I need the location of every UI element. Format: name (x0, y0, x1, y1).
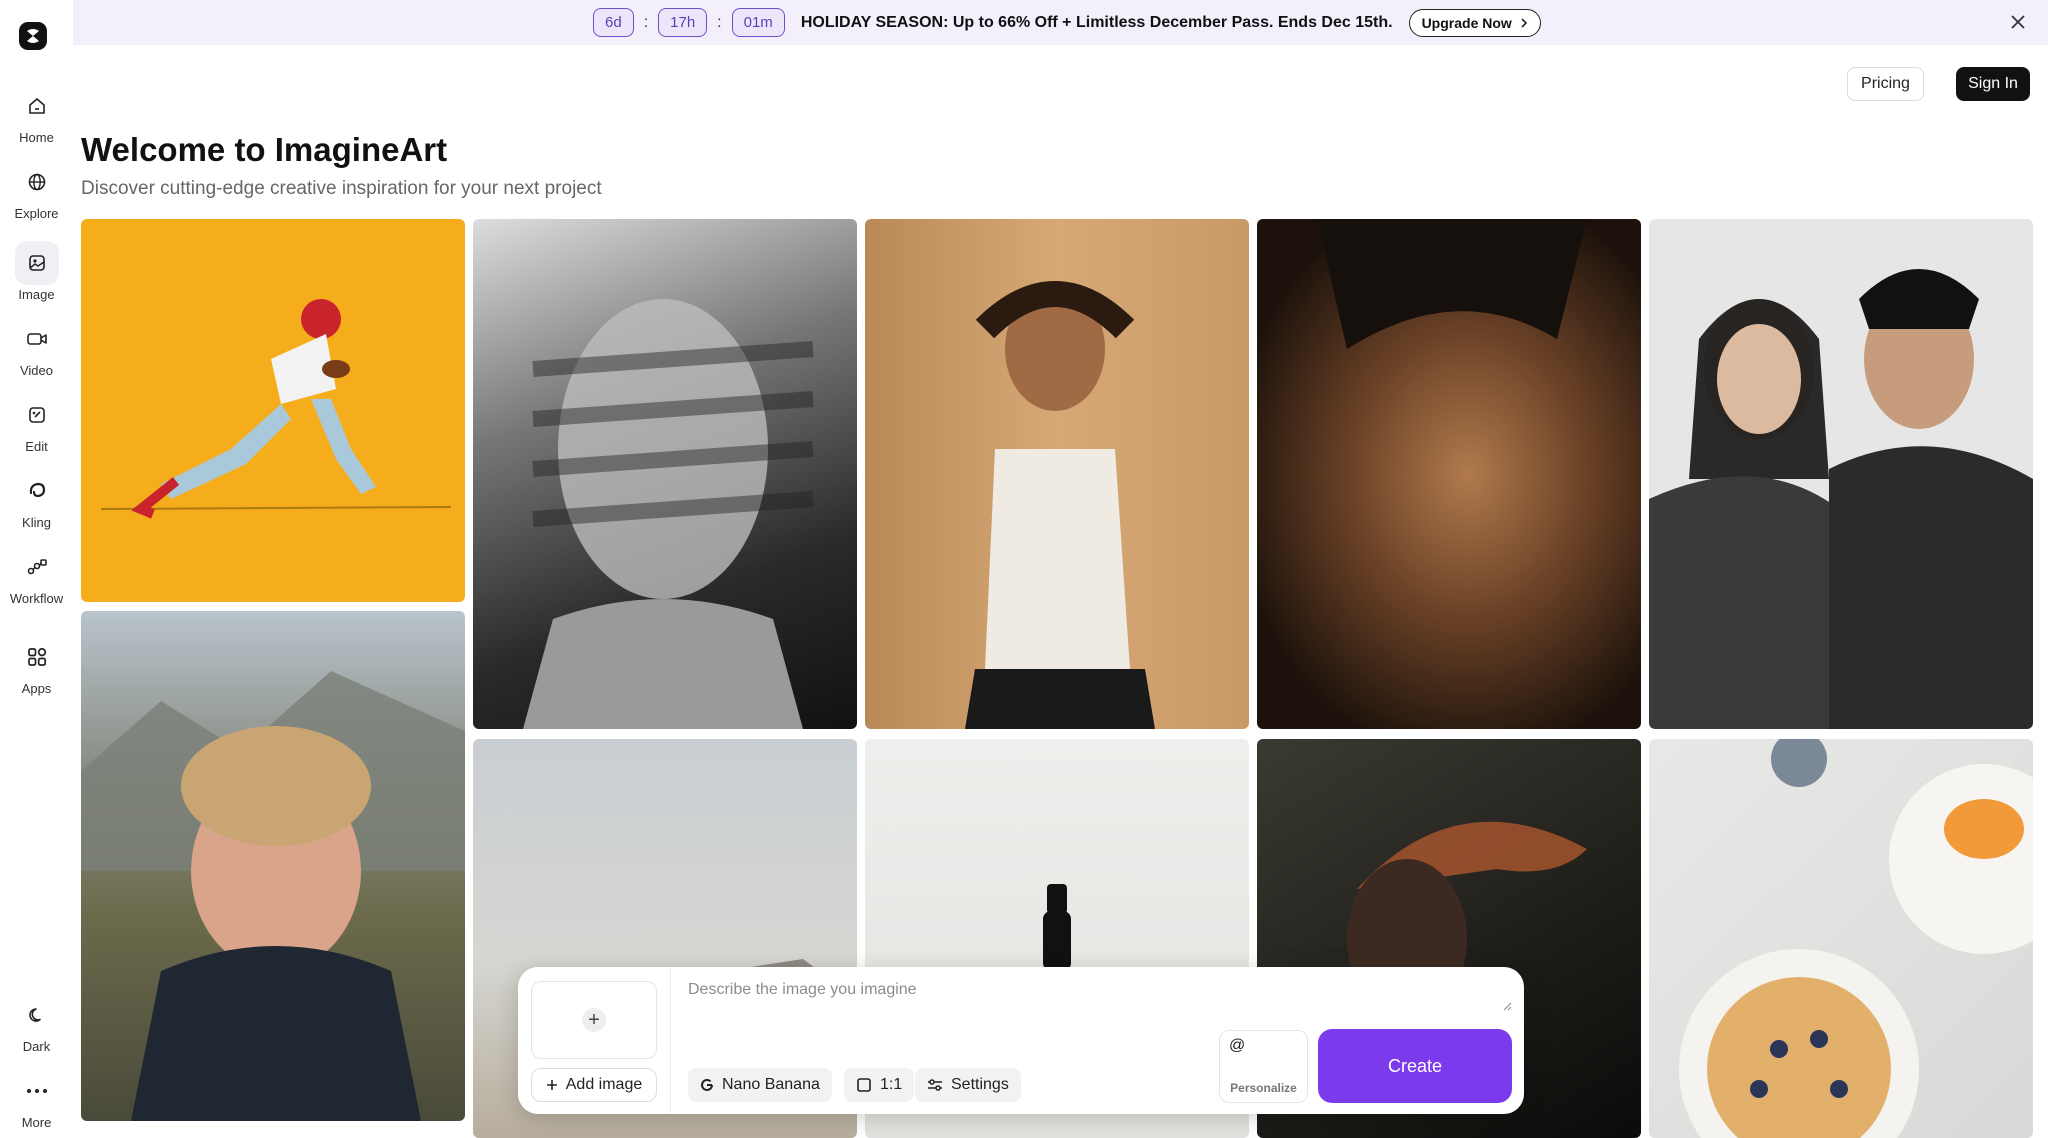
football-player-illustration (100, 299, 452, 519)
image-icon (28, 255, 45, 271)
moon-icon (28, 1008, 41, 1022)
sign-in-button[interactable]: Sign In (1956, 67, 2030, 101)
upgrade-now-button[interactable]: Upgrade Now (1408, 8, 1541, 37)
plus-icon (546, 1080, 557, 1090)
gallery-image-bw-portrait[interactable] (473, 219, 857, 729)
gallery-image-woman-tank-top[interactable] (865, 219, 1249, 729)
gallery-image-pancakes[interactable] (1649, 739, 2033, 1138)
sidebar-item-video[interactable]: Video (0, 317, 73, 378)
model-selector[interactable]: Nano Banana (688, 1068, 832, 1102)
aspect-ratio-label: 1:1 (880, 1076, 903, 1093)
sidebar-item-explore[interactable]: Explore (0, 160, 73, 221)
sidebar-item-home[interactable]: Home (0, 84, 73, 145)
countdown-separator: : (717, 13, 722, 31)
gallery-image-football-player[interactable] (81, 219, 465, 602)
kling-icon (29, 482, 45, 498)
chevron-right-icon (1521, 17, 1527, 28)
countdown-separator: : (643, 13, 649, 31)
create-button[interactable]: Create (1318, 1029, 1512, 1103)
countdown-hours: 17h (658, 8, 708, 37)
video-icon (26, 333, 47, 345)
globe-icon (28, 173, 45, 191)
at-sign-icon: @ (1229, 1037, 1246, 1054)
gallery-image-couple-fashion[interactable] (1649, 219, 2033, 729)
pancakes-shape (1679, 739, 2033, 1138)
more-icon (26, 1089, 47, 1093)
sidebar-item-label: Dark (22, 1039, 51, 1054)
edit-icon (28, 407, 45, 423)
couple-fashion-shape (1649, 269, 2033, 729)
sidebar-item-apps[interactable]: Apps (0, 635, 73, 696)
sidebar: Home Explore Image Video Edit Kling Work… (0, 0, 73, 1138)
sidebar-item-label: Kling (22, 515, 51, 530)
sidebar-item-label: Apps (21, 681, 52, 696)
model-label: Nano Banana (722, 1076, 820, 1093)
promo-banner-content: 6d : 17h : 01m HOLIDAY SEASON: Up to 66%… (593, 6, 1541, 39)
close-icon[interactable] (2006, 10, 2030, 34)
sidebar-item-label: Edit (25, 439, 48, 454)
imagineart-logo-icon[interactable] (19, 22, 47, 50)
divider (670, 967, 671, 1114)
sidebar-item-label: Image (18, 287, 55, 302)
apps-icon (27, 648, 46, 666)
square-icon (857, 1078, 871, 1092)
bw-portrait-shape (523, 299, 814, 729)
prompt-input[interactable] (688, 981, 1472, 1021)
pricing-button[interactable]: Pricing (1847, 67, 1924, 101)
personalize-button[interactable]: @ Personalize (1219, 1030, 1308, 1103)
sidebar-item-workflow[interactable]: Workflow (0, 545, 73, 606)
sidebar-item-image[interactable]: Image (0, 241, 73, 302)
prompt-panel: + Add image Nano Banana 1:1 Settings @ P… (518, 967, 1524, 1114)
google-g-icon (701, 1078, 713, 1091)
add-image-button[interactable]: Add image (531, 1068, 657, 1102)
countdown-days: 6d (593, 8, 634, 37)
sidebar-item-label: Video (19, 363, 53, 378)
woman-tank-top-shape (965, 281, 1155, 729)
image-upload-box[interactable]: + (531, 981, 657, 1059)
countdown-minutes: 01m (731, 8, 785, 37)
upgrade-now-label: Upgrade Now (1421, 14, 1512, 31)
gallery-image-wet-face-man[interactable] (1257, 219, 1641, 729)
sidebar-item-edit[interactable]: Edit (0, 393, 73, 454)
workflow-icon (27, 559, 47, 575)
promo-banner: 6d : 17h : 01m HOLIDAY SEASON: Up to 66%… (73, 0, 2048, 45)
sidebar-item-label: Workflow (9, 591, 64, 606)
add-image-label: Add image (565, 1076, 643, 1093)
sidebar-item-kling[interactable]: Kling (0, 469, 73, 530)
personalize-label: Personalize (1230, 1081, 1297, 1095)
sidebar-item-dark-mode[interactable]: Dark (0, 993, 73, 1054)
sidebar-item-label: More (21, 1115, 52, 1130)
page-subtitle: Discover cutting-edge creative inspirati… (81, 178, 602, 199)
aspect-ratio-selector[interactable]: 1:1 (844, 1068, 915, 1102)
plus-icon: + (582, 1008, 606, 1032)
resize-handle-icon[interactable] (1502, 1001, 1512, 1011)
sidebar-item-more[interactable]: More (0, 1069, 73, 1130)
settings-label: Settings (951, 1076, 1009, 1093)
promo-text: HOLIDAY SEASON: Up to 66% Off + Limitles… (800, 13, 1393, 31)
hiker-man-shape (81, 671, 465, 1121)
sidebar-item-label: Home (19, 130, 54, 145)
wet-face-shape (1317, 219, 1587, 349)
sliders-icon (928, 1079, 942, 1091)
page-title: Welcome to ImagineArt (81, 131, 448, 168)
home-icon (28, 98, 45, 114)
gallery-image-hiker-man[interactable] (81, 611, 465, 1121)
sidebar-item-label: Explore (14, 206, 59, 221)
settings-button[interactable]: Settings (915, 1068, 1021, 1102)
